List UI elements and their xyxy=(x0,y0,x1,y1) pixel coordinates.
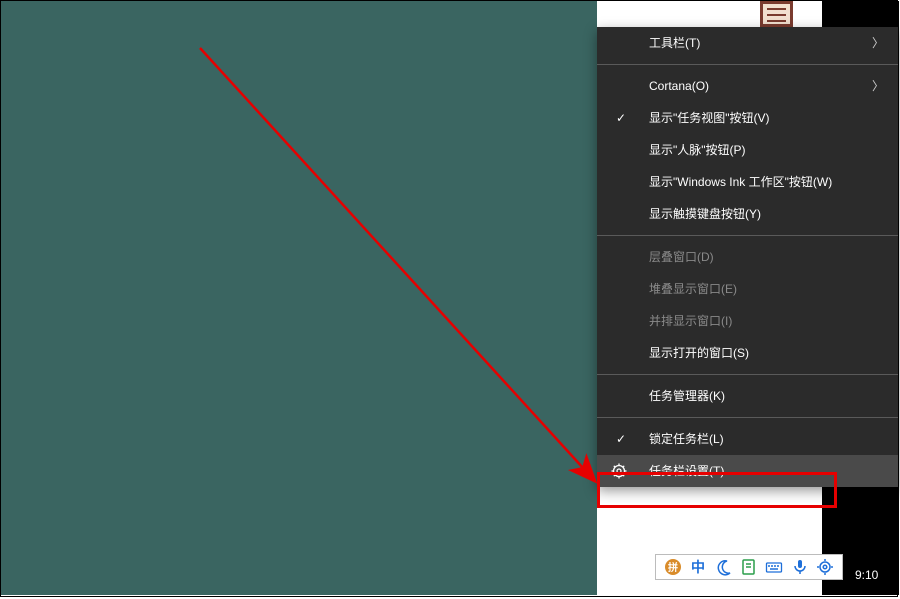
menu-item-label: 堆叠显示窗口(E) xyxy=(649,282,737,296)
menu-item-label: 显示"人脉"按钮(P) xyxy=(649,143,746,157)
preview-thumbnail xyxy=(760,1,793,27)
menu-item[interactable]: 工具栏(T) 〉 xyxy=(597,27,898,59)
menu-item[interactable]: ✓ 锁定任务栏(L) xyxy=(597,423,898,455)
menu-item-label: 任务管理器(K) xyxy=(649,389,725,403)
taskbar-context-menu: 工具栏(T) 〉 Cortana(O) 〉 ✓ 显示"任务视图"按钮(V) 显示"人脉"按钮… xyxy=(597,27,898,487)
chevron-right-icon: 〉 xyxy=(872,27,884,59)
check-icon: ✓ xyxy=(611,102,631,134)
menu-item[interactable]: 显示触摸键盘按钮(Y) xyxy=(597,198,898,230)
system-tray[interactable]: 拼中 xyxy=(655,554,843,580)
chevron-right-icon: 〉 xyxy=(872,70,884,102)
ime-globe-icon[interactable]: 拼 xyxy=(664,558,682,576)
svg-text:中: 中 xyxy=(691,559,705,575)
menu-item: 层叠窗口(D) xyxy=(597,241,898,273)
menu-item[interactable]: 显示打开的窗口(S) xyxy=(597,337,898,369)
taskbar-clock: 9:10 xyxy=(855,568,878,582)
menu-item[interactable]: 显示"Windows Ink 工作区"按钮(W) xyxy=(597,166,898,198)
svg-text:拼: 拼 xyxy=(668,561,678,574)
gear-icon[interactable] xyxy=(816,558,834,576)
menu-item-label: 并排显示窗口(I) xyxy=(649,314,732,328)
menu-item: 堆叠显示窗口(E) xyxy=(597,273,898,305)
menu-item-label: 显示触摸键盘按钮(Y) xyxy=(649,207,761,221)
menu-item[interactable]: 显示"人脉"按钮(P) xyxy=(597,134,898,166)
menu-item-label: 层叠窗口(D) xyxy=(649,250,714,264)
menu-item-label: 显示"Windows Ink 工作区"按钮(W) xyxy=(649,175,832,189)
menu-item-label: Cortana(O) xyxy=(649,79,709,93)
menu-separator xyxy=(597,64,898,65)
keyboard-icon[interactable] xyxy=(765,558,783,576)
ime-zhong-icon[interactable]: 中 xyxy=(689,558,707,576)
menu-item-label: 工具栏(T) xyxy=(649,36,700,50)
desktop-background xyxy=(1,1,597,595)
annotation-highlight-box xyxy=(597,472,837,508)
moon-icon[interactable] xyxy=(715,558,733,576)
check-icon: ✓ xyxy=(611,423,631,455)
menu-separator xyxy=(597,374,898,375)
menu-item-label: 锁定任务栏(L) xyxy=(649,432,724,446)
menu-item: 并排显示窗口(I) xyxy=(597,305,898,337)
mic-icon[interactable] xyxy=(791,558,809,576)
menu-separator xyxy=(597,417,898,418)
menu-item-label: 显示打开的窗口(S) xyxy=(649,346,749,360)
note-icon[interactable] xyxy=(740,558,758,576)
menu-item[interactable]: Cortana(O) 〉 xyxy=(597,70,898,102)
menu-item[interactable]: ✓ 显示"任务视图"按钮(V) xyxy=(597,102,898,134)
menu-separator xyxy=(597,235,898,236)
menu-item-label: 显示"任务视图"按钮(V) xyxy=(649,111,770,125)
menu-item[interactable]: 任务管理器(K) xyxy=(597,380,898,412)
